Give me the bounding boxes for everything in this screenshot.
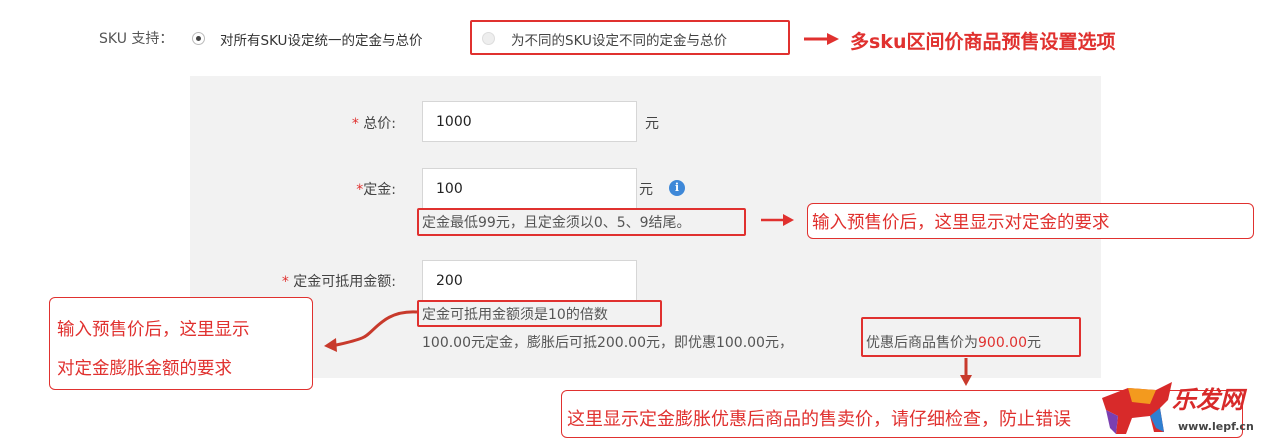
final-price-value: 900.00 xyxy=(978,335,1027,351)
expansion-annotation-line1: 输入预售价后，这里显示 xyxy=(57,320,250,340)
deposit-annotation-text: 输入预售价后，这里显示对定金的要求 xyxy=(812,213,1110,233)
total-price-input[interactable]: 1000 xyxy=(422,101,637,142)
final-price-annotation-text: 这里显示定金膨胀优惠后商品的售卖价，请仔细检查，防止错误 xyxy=(567,405,1071,431)
radio-different[interactable] xyxy=(482,32,495,45)
total-price-label-text: 总价: xyxy=(363,116,396,132)
deposit-label: *定金: xyxy=(330,179,396,199)
arrow-right-icon xyxy=(761,214,794,226)
curved-arrow-icon xyxy=(324,310,418,352)
radio-different-label[interactable]: 为不同的SKU设定不同的定金与总价 xyxy=(511,29,727,49)
deductible-label-text: 定金可抵用金额: xyxy=(293,274,396,290)
final-price-annotation-tail: 防止错误 xyxy=(999,409,1071,430)
required-star: * xyxy=(281,274,294,290)
deductible-hint: 定金可抵用金额须是10的倍数 xyxy=(422,307,608,323)
expansion-annotation-line2: 对定金膨胀金额的要求 xyxy=(57,359,232,379)
watermark-name: 乐发网 xyxy=(1172,385,1244,414)
sku-support-label: SKU 支持： xyxy=(99,31,174,47)
info-icon[interactable]: i xyxy=(669,180,685,196)
watermark-url: www.lepf.cn xyxy=(1178,420,1254,433)
sku-annotation: 多sku区间价商品预售设置选项 xyxy=(850,31,1116,53)
total-price-unit: 元 xyxy=(645,116,659,132)
watermark-logo: 乐发网 www.lepf.cn xyxy=(1096,376,1266,442)
final-price-annotation-main: 这里显示定金膨胀优惠后商品的售卖价，请仔细检查， xyxy=(567,409,999,430)
required-star: * xyxy=(351,116,364,132)
deposit-label-text: 定金: xyxy=(363,182,396,198)
final-price-text: 优惠后商品售价为900.00元 xyxy=(866,332,1041,352)
radio-uniform[interactable] xyxy=(192,32,205,45)
deduction-summary: 100.00元定金，膨胀后可抵200.00元，即优惠100.00元， xyxy=(422,335,793,351)
deductible-label: * 定金可抵用金额: xyxy=(250,271,396,291)
deposit-hint: 定金最低99元，且定金须以0、5、9结尾。 xyxy=(422,215,691,231)
deductible-input[interactable]: 200 xyxy=(422,260,637,301)
deposit-unit: 元 xyxy=(639,182,653,198)
final-price-label: 优惠后商品售价为 xyxy=(866,335,978,351)
arrow-down-icon xyxy=(960,358,972,386)
bull-logo-icon xyxy=(1102,382,1172,434)
final-price-unit: 元 xyxy=(1027,335,1041,351)
radio-uniform-label[interactable]: 对所有SKU设定统一的定金与总价 xyxy=(220,29,422,49)
arrow-right-icon xyxy=(804,33,839,45)
total-price-label: * 总价: xyxy=(330,113,396,133)
deposit-input[interactable]: 100 xyxy=(422,168,637,209)
